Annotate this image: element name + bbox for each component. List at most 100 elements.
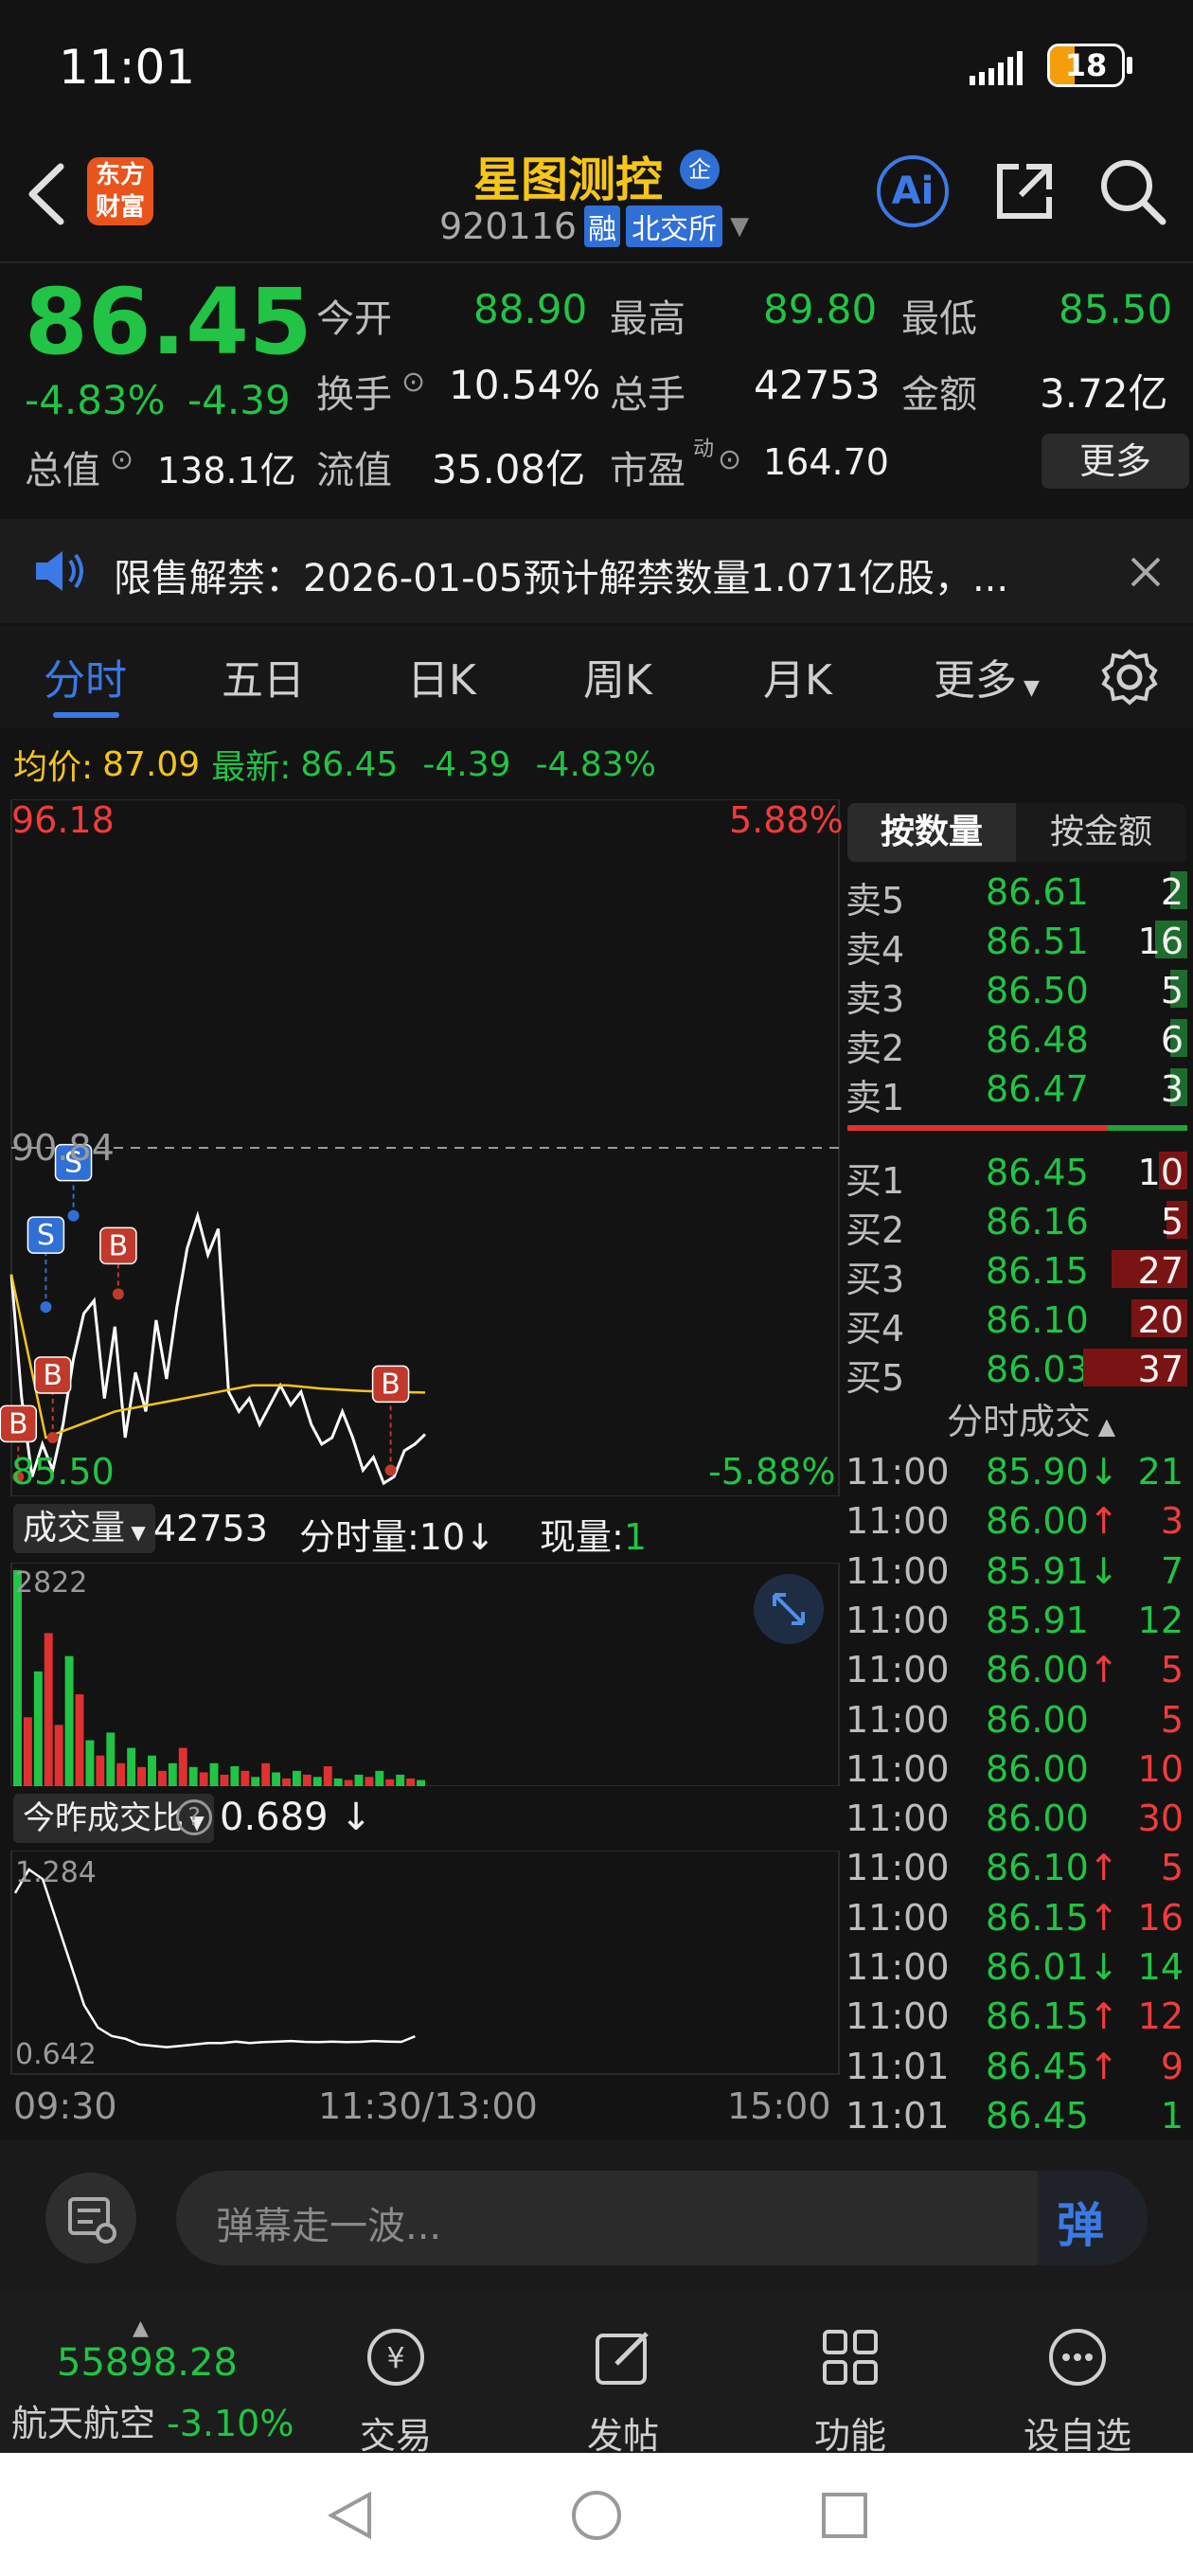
ask-price: 86.47	[986, 1068, 1089, 1110]
volume-bar	[312, 1777, 322, 1786]
ask-price: 86.61	[986, 871, 1089, 913]
nav-post[interactable]: 发帖	[547, 2322, 699, 2459]
danmu-send-button[interactable]: 弹	[1038, 2171, 1148, 2265]
info-icon[interactable]: ⊙	[718, 443, 741, 476]
tab-five-day[interactable]: 五日	[222, 646, 305, 707]
ticks-title[interactable]: 分时成交 ▲	[947, 1392, 1115, 1444]
bid-price: 86.16	[986, 1201, 1089, 1243]
danmu-send-icon: 弹	[1057, 2198, 1104, 2253]
ask-row[interactable]: 卖3 86.50 5	[846, 964, 1191, 1020]
back-triangle-icon[interactable]	[322, 2487, 379, 2544]
more-button[interactable]: 更多	[1042, 434, 1189, 489]
share-icon[interactable]	[990, 157, 1059, 225]
dropdown-icon[interactable]: ▼	[730, 212, 749, 241]
tab-daily-k[interactable]: 日K	[407, 646, 476, 707]
edit-icon	[596, 2332, 649, 2385]
tick-row: 11:00 86.01↓ 14	[846, 1942, 1191, 1992]
chart-ref-price: 90.84	[11, 1127, 115, 1169]
volume-bar	[96, 1755, 105, 1786]
tick-up-arrow: ↑	[1088, 1995, 1119, 2038]
ask-volume: 5	[1160, 970, 1184, 1011]
home-circle-icon[interactable]	[568, 2487, 625, 2544]
ask-price: 86.51	[986, 921, 1089, 962]
bid-row[interactable]: 买3 86.15 27	[846, 1244, 1191, 1300]
gear-icon[interactable]	[1100, 648, 1159, 707]
tick-up-arrow: ↑	[1088, 1847, 1119, 1889]
tick-price: 85.91↓	[986, 1549, 1119, 1592]
low-value: 85.50	[1059, 286, 1173, 332]
marker-label: B	[109, 1229, 129, 1262]
danmu-toggle-button[interactable]	[45, 2173, 136, 2263]
info-icon[interactable]: ⊙	[110, 443, 134, 476]
back-arrow-icon[interactable]	[23, 161, 70, 227]
ask-row[interactable]: 卖4 86.51 16	[846, 915, 1191, 971]
tab-more[interactable]: 更多 ▼	[934, 646, 1040, 707]
nav-watchlist[interactable]: 设自选	[1002, 2322, 1153, 2459]
enterprise-badge: 企	[680, 150, 720, 189]
index-quote[interactable]: 航天航空 -3.10%	[11, 2394, 294, 2446]
close-icon[interactable]	[1127, 553, 1165, 591]
intraday-chart[interactable]: SSBBBB 96.18 5.88% 90.84 85.50 -5.88% 成交…	[0, 799, 844, 2139]
bid-row[interactable]: 买4 86.10 20	[846, 1294, 1191, 1350]
battery-tip	[1127, 57, 1132, 74]
volume-selector[interactable]: 成交量 ▼	[13, 1504, 155, 1553]
amount-label: 金额	[901, 373, 977, 417]
ask-price: 86.48	[986, 1019, 1089, 1061]
ask-row[interactable]: 卖1 86.47 3	[846, 1063, 1191, 1118]
bid-volume: 27	[1137, 1250, 1184, 1292]
chart-top-price: 96.18	[11, 799, 115, 841]
danmu-input[interactable]: 弹幕走一波... 弹	[176, 2171, 1148, 2265]
help-icon[interactable]: ?	[176, 1799, 212, 1835]
tick-volume: 10	[1137, 1747, 1184, 1790]
search-icon[interactable]	[1096, 155, 1168, 227]
recents-square-icon[interactable]	[816, 2487, 873, 2544]
app-logo[interactable]: 东方 财富	[87, 157, 153, 225]
tick-price: 86.00	[986, 1698, 1089, 1741]
battery-level: 18	[1064, 47, 1108, 83]
expand-icon	[773, 1593, 805, 1625]
volume-bar	[13, 1570, 22, 1786]
ask-row[interactable]: 卖2 86.48 6	[846, 1013, 1191, 1069]
volume-bar	[272, 1772, 281, 1786]
nav-trade[interactable]: ¥ 交易	[320, 2322, 472, 2459]
volume-ratio-line	[13, 1868, 416, 2048]
tab-intraday[interactable]: 分时	[44, 646, 127, 707]
expand-button[interactable]	[754, 1574, 824, 1644]
pe-sup: 动	[693, 438, 715, 461]
notice-text: 限售解禁：2026-01-05预计解禁数量1.071亿股，...	[114, 557, 1009, 600]
bid-label: 买5	[846, 1357, 905, 1399]
bid-volume: 5	[1160, 1201, 1184, 1243]
ask-row[interactable]: 卖5 86.61 2	[846, 866, 1191, 921]
bid-row[interactable]: 买5 86.03 37	[846, 1343, 1191, 1399]
marker-label: S	[37, 1219, 55, 1252]
tab-monthly-k[interactable]: 月K	[763, 646, 832, 707]
tick-volume: 30	[1137, 1798, 1184, 1840]
info-icon[interactable]: ⊙	[401, 366, 425, 399]
ratio-min: 0.642	[15, 2038, 97, 2071]
time-mid: 11:30/13:00	[318, 2085, 538, 2127]
volume-bar	[251, 1777, 260, 1786]
ai-assistant-button[interactable]: Ai	[877, 155, 949, 227]
tick-price-value: 86.10	[986, 1847, 1089, 1889]
change-amount: -4.39	[187, 377, 291, 423]
volume-total: 42753	[153, 1508, 268, 1549]
notice-bar[interactable]: 限售解禁：2026-01-05预计解禁数量1.071亿股，...	[0, 519, 1193, 623]
tab-more-label: 更多	[934, 656, 1017, 705]
bid-row[interactable]: 买2 86.16 5	[846, 1195, 1191, 1251]
tick-row: 11:00 85.91 12	[846, 1596, 1191, 1645]
ask-volume: 16	[1137, 921, 1184, 962]
tick-time: 11:00	[846, 1599, 950, 1641]
tick-price-value: 86.45	[986, 2045, 1089, 2087]
trade-marker-dot	[112, 1288, 124, 1300]
index-value[interactable]: 55898.28	[57, 2341, 238, 2385]
volume-bar	[44, 1633, 53, 1786]
tick-row: 11:00 86.00 10	[846, 1744, 1191, 1794]
tab-by-amount[interactable]: 按金额	[1016, 803, 1186, 862]
tab-by-quantity[interactable]: 按数量	[847, 803, 1016, 862]
tick-volume: 5	[1160, 1649, 1184, 1691]
nav-function[interactable]: 功能	[775, 2322, 926, 2459]
tab-weekly-k[interactable]: 周K	[583, 646, 652, 707]
bid-row[interactable]: 买1 86.45 10	[846, 1146, 1191, 1202]
volume-bar	[261, 1762, 271, 1786]
nav-trade-label: 交易	[359, 2415, 432, 2457]
